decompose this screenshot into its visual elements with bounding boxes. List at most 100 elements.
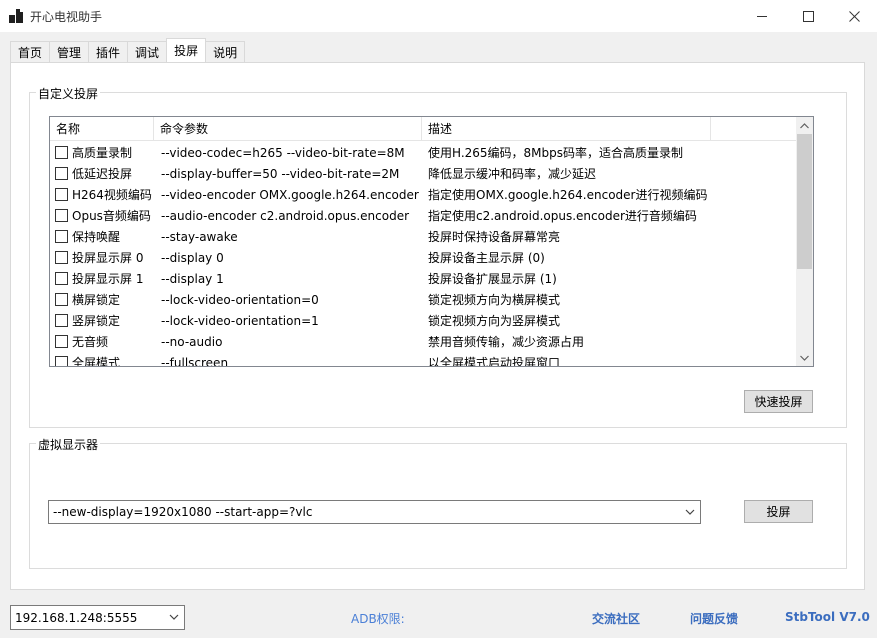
device-select-value: 192.168.1.248:5555: [15, 610, 138, 625]
tab-help[interactable]: 说明: [205, 41, 246, 62]
row-args: --fullscreen: [161, 355, 229, 367]
feedback-link[interactable]: 问题反馈: [690, 610, 738, 627]
list-item[interactable]: 投屏显示屏 0 --display 0 投屏设备主显示屏 (0): [50, 247, 798, 268]
row-name: 横屏锁定: [72, 293, 121, 307]
list-item[interactable]: 竖屏锁定 --lock-video-orientation=1 锁定视频方向为竖屏模…: [50, 310, 798, 331]
row-desc: 禁用音频传输，减少资源占用: [428, 335, 585, 349]
tab-label: 管理: [57, 45, 82, 60]
list-item[interactable]: 横屏锁定 --lock-video-orientation=0 锁定视频方向为横屏模…: [50, 289, 798, 310]
tab-label: 投屏: [174, 44, 199, 58]
row-args: --display 1: [161, 271, 224, 286]
row-checkbox[interactable]: [55, 356, 68, 366]
row-checkbox[interactable]: [55, 209, 68, 222]
row-name: 无音频: [72, 335, 109, 349]
column-header-name[interactable]: 名称: [50, 117, 154, 141]
row-checkbox[interactable]: [55, 335, 68, 348]
tab-manage[interactable]: 管理: [49, 41, 90, 62]
list-body: 高质量录制 --video-codec=h265 --video-bit-rate…: [50, 142, 798, 367]
tab-label: 首页: [18, 45, 43, 60]
close-button[interactable]: [831, 0, 877, 32]
title-bar: 开心电视助手: [0, 0, 877, 32]
row-args: --lock-video-orientation=0: [161, 292, 319, 307]
list-item[interactable]: 全屏模式 --fullscreen 以全屏模式启动投屏窗口: [50, 352, 798, 367]
row-name: Opus音频编码: [72, 209, 151, 223]
column-header-args[interactable]: 命令参数: [154, 117, 422, 141]
minimize-button[interactable]: [739, 0, 785, 32]
row-desc: 锁定视频方向为横屏模式: [428, 293, 561, 307]
virtual-display-command-input[interactable]: --new-display=1920x1080 --start-app=?vlc: [48, 500, 701, 524]
maximize-button[interactable]: [785, 0, 831, 32]
row-checkbox[interactable]: [55, 230, 68, 243]
list-item[interactable]: 低延迟投屏 --display-buffer=50 --video-bit-rat…: [50, 163, 798, 184]
chevron-down-icon[interactable]: [168, 610, 180, 624]
tab-strip: 首页 管理 插件 调试 投屏 说明: [10, 38, 246, 62]
row-args: --stay-awake: [161, 229, 238, 244]
row-checkbox[interactable]: [55, 293, 68, 306]
minimize-icon: [757, 16, 767, 17]
row-checkbox[interactable]: [55, 188, 68, 201]
row-name: 低延迟投屏: [72, 167, 133, 181]
cast-button[interactable]: 投屏: [744, 500, 813, 523]
row-name: H264视频编码: [72, 188, 152, 202]
row-checkbox[interactable]: [55, 272, 68, 285]
list-item[interactable]: 高质量录制 --video-codec=h265 --video-bit-rate…: [50, 142, 798, 163]
row-name: 全屏模式: [72, 356, 121, 367]
row-name: 高质量录制: [72, 146, 133, 160]
row-args: --lock-video-orientation=1: [161, 313, 319, 328]
chevron-down-icon[interactable]: [684, 505, 696, 519]
custom-cast-group-title: 自定义投屏: [36, 85, 101, 102]
tab-cast[interactable]: 投屏: [166, 38, 207, 62]
row-desc: 投屏时保持设备屏幕常亮: [428, 230, 561, 244]
app-icon: [9, 9, 23, 23]
scroll-thumb[interactable]: [797, 134, 812, 269]
list-item[interactable]: 无音频 --no-audio 禁用音频传输，减少资源占用: [50, 331, 798, 352]
list-scrollbar[interactable]: [796, 117, 813, 366]
row-args: --video-encoder OMX.google.h264.encoder: [161, 187, 419, 202]
virtual-display-group-title: 虚拟显示器: [36, 436, 101, 453]
row-desc: 投屏设备主显示屏 (0): [428, 251, 545, 265]
chevron-up-icon: [800, 122, 809, 128]
list-header: 名称 命令参数 描述: [50, 117, 798, 141]
row-args: --display 0: [161, 250, 224, 265]
row-desc: 指定使用OMX.google.h264.encoder进行视频编码: [428, 188, 708, 202]
close-icon: [848, 10, 860, 22]
row-checkbox[interactable]: [55, 314, 68, 327]
quick-cast-button[interactable]: 快速投屏: [744, 390, 813, 413]
row-checkbox[interactable]: [55, 251, 68, 264]
row-args: --audio-encoder c2.android.opus.encoder: [161, 208, 410, 223]
community-link[interactable]: 交流社区: [592, 610, 640, 627]
list-item[interactable]: Opus音频编码 --audio-encoder c2.android.opus.…: [50, 205, 798, 226]
tab-label: 调试: [135, 45, 160, 60]
maximize-icon: [802, 10, 814, 22]
list-item[interactable]: 投屏显示屏 1 --display 1 投屏设备扩展显示屏 (1): [50, 268, 798, 289]
tab-label: 说明: [213, 45, 238, 60]
row-checkbox[interactable]: [55, 167, 68, 180]
tab-plugins[interactable]: 插件: [88, 41, 129, 62]
tab-label: 插件: [96, 45, 121, 60]
row-desc: 以全屏模式启动投屏窗口: [428, 356, 561, 367]
row-desc: 投屏设备扩展显示屏 (1): [428, 272, 557, 286]
row-args: --video-codec=h265 --video-bit-rate=8M: [161, 145, 405, 160]
tab-home[interactable]: 首页: [10, 41, 51, 62]
device-select[interactable]: 192.168.1.248:5555: [10, 605, 185, 630]
row-args: --display-buffer=50 --video-bit-rate=2M: [161, 166, 400, 181]
list-item[interactable]: 保持唤醒 --stay-awake 投屏时保持设备屏幕常亮: [50, 226, 798, 247]
tab-debug[interactable]: 调试: [127, 41, 168, 62]
scroll-down-button[interactable]: [796, 349, 813, 366]
row-desc: 指定使用c2.android.opus.encoder进行音频编码: [428, 209, 697, 223]
row-name: 竖屏锁定: [72, 314, 121, 328]
adb-permission-label: ADB权限:: [351, 612, 405, 626]
scroll-up-button[interactable]: [796, 117, 813, 134]
column-header-desc[interactable]: 描述: [422, 117, 711, 141]
cast-tab-panel: 自定义投屏 名称 命令参数 描述 高质量录制 --video-codec=h265…: [10, 62, 865, 590]
row-checkbox[interactable]: [55, 146, 68, 159]
virtual-display-command-value: --new-display=1920x1080 --start-app=?vlc: [53, 505, 313, 519]
chevron-down-icon: [800, 355, 809, 361]
row-args: --no-audio: [161, 334, 223, 349]
window-title: 开心电视助手: [30, 10, 103, 24]
row-desc: 降低显示缓冲和码率，减少延迟: [428, 167, 597, 181]
list-item[interactable]: H264视频编码 --video-encoder OMX.google.h264.…: [50, 184, 798, 205]
row-desc: 使用H.265编码，8Mbps码率，适合高质量录制: [428, 146, 684, 160]
custom-cast-list[interactable]: 名称 命令参数 描述 高质量录制 --video-codec=h265 --vid…: [49, 116, 814, 367]
row-name: 保持唤醒: [72, 230, 121, 244]
